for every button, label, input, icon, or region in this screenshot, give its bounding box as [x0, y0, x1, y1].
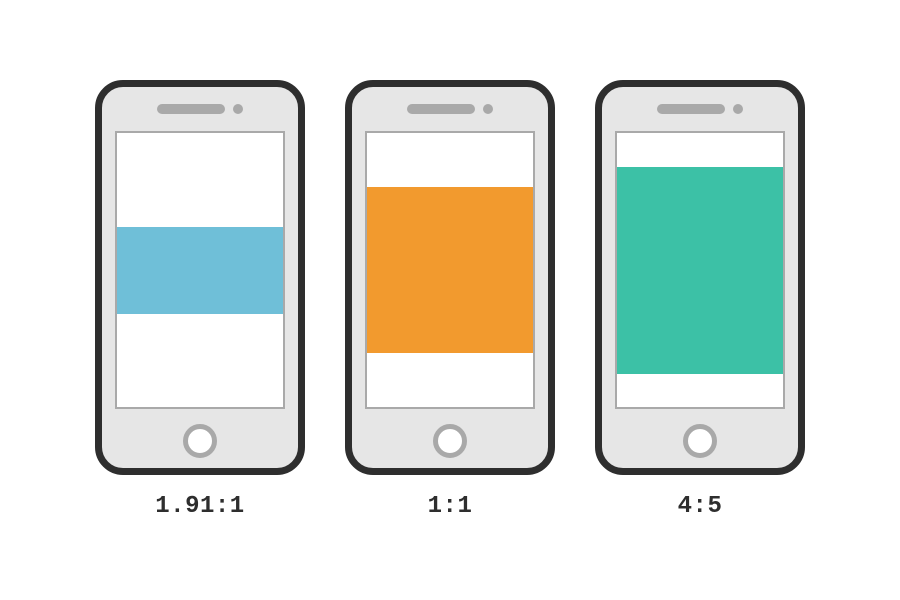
speaker-icon	[407, 104, 475, 114]
phone-landscape	[95, 80, 305, 475]
aspect-box-square	[367, 187, 533, 353]
phone-square-container: 1:1	[345, 80, 555, 520]
speaker-icon	[157, 104, 225, 114]
home-button-icon	[183, 424, 217, 458]
phone-portrait	[595, 80, 805, 475]
phone-screen	[365, 131, 535, 409]
phone-square	[345, 80, 555, 475]
camera-icon	[233, 104, 243, 114]
aspect-box-portrait	[617, 167, 783, 374]
phone-screen	[115, 131, 285, 409]
phone-top-bar	[352, 87, 548, 131]
phone-top-bar	[102, 87, 298, 131]
camera-icon	[733, 104, 743, 114]
phone-screen	[615, 131, 785, 409]
aspect-box-landscape	[117, 227, 283, 314]
phone-top-bar	[602, 87, 798, 131]
phone-portrait-container: 4:5	[595, 80, 805, 520]
ratio-label-portrait: 4:5	[678, 493, 723, 520]
home-button-icon	[433, 424, 467, 458]
ratio-label-landscape: 1.91:1	[155, 493, 244, 520]
home-button-icon	[683, 424, 717, 458]
camera-icon	[483, 104, 493, 114]
phone-landscape-container: 1.91:1	[95, 80, 305, 520]
ratio-label-square: 1:1	[428, 493, 473, 520]
speaker-icon	[657, 104, 725, 114]
